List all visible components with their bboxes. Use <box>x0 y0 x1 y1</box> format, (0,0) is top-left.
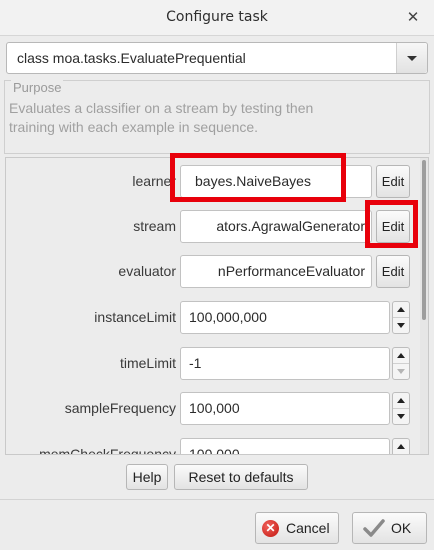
ok-label: OK <box>391 520 412 536</box>
param-row-instancelimit: instanceLimit 100,000,000 <box>6 301 420 335</box>
arrow-up-icon <box>397 444 405 449</box>
cancel-label: Cancel <box>286 520 330 536</box>
param-row-timelimit: timeLimit -1 <box>6 347 420 381</box>
evaluator-value: nPerformanceEvaluator <box>217 263 365 279</box>
cancel-button[interactable]: ✕ Cancel <box>255 512 339 544</box>
instancelimit-spinner <box>392 301 410 334</box>
param-label-instancelimit: instanceLimit <box>94 309 176 325</box>
parameters-panel: learner bayes.NaiveBayes Edit stream ato… <box>5 157 429 455</box>
param-label-evaluator: evaluator <box>118 263 176 279</box>
timelimit-input[interactable]: -1 <box>180 347 390 380</box>
footer-divider <box>0 499 434 500</box>
window-title: Configure task <box>166 9 268 25</box>
task-class-dropdown[interactable]: class moa.tasks.EvaluatePrequential <box>6 42 428 74</box>
cancel-icon: ✕ <box>262 520 279 537</box>
samplefrequency-spinner <box>392 392 410 425</box>
timelimit-spinner <box>392 347 410 380</box>
param-row-stream: stream ators.AgrawalGenerator Edit <box>6 210 420 244</box>
memcheckfrequency-value: 100,000 <box>189 446 240 455</box>
title-bar: Configure task ✕ <box>0 0 434 36</box>
learner-field[interactable]: bayes.NaiveBayes <box>180 165 372 198</box>
dropdown-arrow-button[interactable] <box>396 43 427 73</box>
param-label-samplefrequency: sampleFrequency <box>64 400 176 416</box>
learner-value: bayes.NaiveBayes <box>195 173 311 189</box>
learner-edit-button[interactable]: Edit <box>376 165 410 198</box>
parameters-scrollbar[interactable] <box>420 158 428 454</box>
arrow-up-icon <box>397 353 405 358</box>
memcheckfrequency-input[interactable]: 100,000 <box>180 438 390 455</box>
purpose-line-2: training with each example in sequence. <box>9 119 259 135</box>
reset-to-defaults-button[interactable]: Reset to defaults <box>174 464 308 490</box>
param-label-learner: learner <box>132 173 176 189</box>
timelimit-value: -1 <box>189 355 202 371</box>
samplefrequency-decrement-button[interactable] <box>393 409 409 424</box>
chevron-down-icon <box>407 56 417 61</box>
instancelimit-value: 100,000,000 <box>189 309 267 325</box>
param-row-learner: learner bayes.NaiveBayes Edit <box>6 165 420 199</box>
param-label-stream: stream <box>133 218 176 234</box>
instancelimit-increment-button[interactable] <box>393 302 409 318</box>
param-label-timelimit: timeLimit <box>119 355 176 371</box>
param-row-samplefrequency: sampleFrequency 100,000 <box>6 392 420 426</box>
samplefrequency-input[interactable]: 100,000 <box>180 392 390 425</box>
ok-button[interactable]: OK <box>352 512 427 544</box>
arrow-down-icon <box>397 414 405 419</box>
timelimit-increment-button[interactable] <box>393 348 409 364</box>
help-button[interactable]: Help <box>126 464 168 490</box>
memcheckfrequency-spinner <box>392 438 410 454</box>
stream-edit-button[interactable]: Edit <box>376 210 410 243</box>
stream-field[interactable]: ators.AgrawalGenerator <box>180 210 372 243</box>
checkmark-icon <box>363 519 385 537</box>
purpose-legend: Purpose <box>11 80 64 95</box>
evaluator-field[interactable]: nPerformanceEvaluator <box>180 255 372 288</box>
stream-value: ators.AgrawalGenerator <box>216 218 365 234</box>
task-class-value: class moa.tasks.EvaluatePrequential <box>17 50 246 66</box>
param-label-memcheckfrequency: memCheckFrequency <box>39 446 176 455</box>
scrollbar-thumb[interactable] <box>422 160 426 320</box>
param-row-evaluator: evaluator nPerformanceEvaluator Edit <box>6 255 420 289</box>
arrow-up-icon <box>397 398 405 403</box>
instancelimit-input[interactable]: 100,000,000 <box>180 301 390 334</box>
param-row-memcheckfrequency: memCheckFrequency 100,000 <box>6 438 420 455</box>
timelimit-decrement-button[interactable] <box>393 364 409 379</box>
close-icon[interactable]: ✕ <box>405 9 421 25</box>
instancelimit-decrement-button[interactable] <box>393 318 409 333</box>
purpose-description: Evaluates a classifier on a stream by te… <box>9 99 419 137</box>
purpose-panel: Purpose Evaluates a classifier on a stre… <box>4 80 430 154</box>
arrow-down-icon <box>397 369 405 374</box>
samplefrequency-increment-button[interactable] <box>393 393 409 409</box>
evaluator-edit-button[interactable]: Edit <box>376 255 410 288</box>
samplefrequency-value: 100,000 <box>189 400 240 416</box>
purpose-line-1: Evaluates a classifier on a stream by te… <box>9 100 314 116</box>
arrow-down-icon <box>397 323 405 328</box>
memcheckfrequency-increment-button[interactable] <box>393 439 409 454</box>
arrow-up-icon <box>397 307 405 312</box>
